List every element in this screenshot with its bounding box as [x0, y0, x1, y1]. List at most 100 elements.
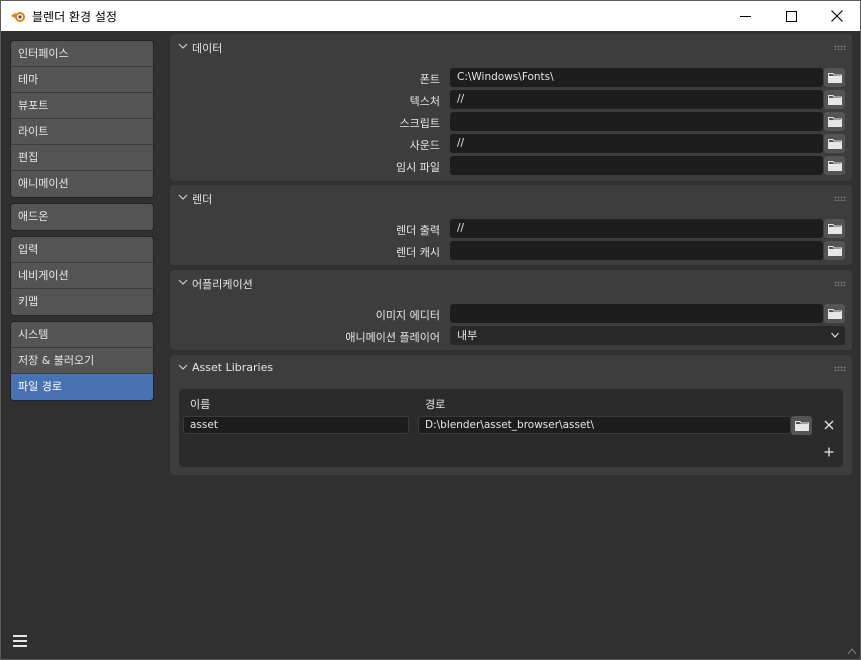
close-icon [831, 10, 843, 22]
textures-path-field[interactable]: // [450, 90, 823, 109]
animation-player-select[interactable]: 내부 [450, 326, 845, 345]
render-output-path-field[interactable]: // [450, 219, 823, 238]
library-path-field[interactable]: D:\blender\asset_browser\asset\ [418, 416, 791, 434]
panel-title: 어플리케이션 [192, 278, 253, 291]
browse-folder-button[interactable] [824, 219, 845, 238]
sidebar-item-viewport[interactable]: 뷰포트 [11, 93, 153, 119]
browse-folder-button[interactable] [824, 112, 845, 131]
chevron-down-icon [178, 194, 188, 200]
browse-folder-button[interactable] [791, 416, 812, 435]
sidebar-item-animation[interactable]: 애니메이션 [11, 171, 153, 197]
sidebar-item-system[interactable]: 시스템 [11, 322, 153, 348]
render-cache-path-field[interactable] [450, 241, 823, 260]
drag-grip-icon[interactable] [834, 196, 846, 201]
sidebar-item-lights[interactable]: 라이트 [11, 119, 153, 145]
name-column-header: 이름 [190, 398, 211, 411]
sidebar: 인터페이스 테마 뷰포트 라이트 편집 애니메이션 애드온 입력 네비게이션 키… [1, 31, 163, 659]
panel-render-header[interactable]: 렌더 [170, 185, 852, 211]
hamburger-menu-icon[interactable] [12, 634, 28, 648]
resize-corner-icon[interactable] [847, 646, 857, 656]
minimize-icon [739, 15, 751, 17]
chevron-down-icon [178, 43, 188, 49]
path-row-textures: 텍스처 // [170, 90, 852, 110]
browse-folder-button[interactable] [824, 90, 845, 109]
folder-icon [794, 421, 809, 431]
sidebar-item-file-paths[interactable]: 파일 경로 [11, 374, 153, 400]
drag-grip-icon[interactable] [834, 45, 846, 50]
sounds-path-field[interactable]: // [450, 134, 823, 153]
panel-title: Asset Libraries [192, 361, 274, 374]
sidebar-item-navigation[interactable]: 네비게이션 [11, 263, 153, 289]
animation-player-row: 애니메이션 플레이어 내부 [170, 326, 852, 346]
path-column-header: 경로 [425, 398, 446, 411]
field-label: 폰트 [419, 73, 440, 86]
panel-title: 데이터 [192, 42, 223, 55]
image-editor-path-field[interactable] [450, 304, 823, 323]
field-label: 스크립트 [399, 117, 440, 130]
panel-data: 데이터 폰트 C:\Windows\Fonts\ 텍스처 // 스크립트 사운드… [170, 34, 852, 181]
field-label: 렌더 캐시 [396, 246, 440, 259]
field-label: 텍스처 [409, 95, 440, 108]
maximize-icon [785, 10, 797, 22]
sidebar-item-input[interactable]: 입력 [11, 237, 153, 263]
title-bar[interactable]: 블렌더 환경 설정 [1, 1, 860, 31]
add-plus-icon[interactable] [824, 447, 834, 457]
blender-logo-icon [11, 12, 25, 22]
main-area: 데이터 폰트 C:\Windows\Fonts\ 텍스처 // 스크립트 사운드… [163, 31, 860, 659]
folder-icon [827, 246, 842, 256]
fonts-path-field[interactable]: C:\Windows\Fonts\ [450, 68, 823, 87]
sidebar-item-keymap[interactable]: 키맵 [11, 289, 153, 315]
browse-folder-button[interactable] [824, 68, 845, 87]
folder-icon [827, 309, 842, 319]
folder-icon [827, 161, 842, 171]
path-row-temp: 임시 파일 [170, 156, 852, 176]
folder-icon [827, 73, 842, 83]
field-label: 애니메이션 플레이어 [345, 331, 440, 344]
panel-applications-header[interactable]: 어플리케이션 [170, 270, 852, 296]
chevron-down-icon [178, 364, 188, 370]
close-button[interactable] [814, 1, 860, 31]
folder-icon [827, 95, 842, 105]
window-title: 블렌더 환경 설정 [32, 10, 117, 24]
panel-asset-libraries-header[interactable]: Asset Libraries [170, 355, 852, 381]
temp-path-field[interactable] [450, 156, 823, 175]
drag-grip-icon[interactable] [834, 366, 846, 371]
sidebar-item-interface[interactable]: 인터페이스 [11, 41, 153, 67]
select-value: 내부 [457, 329, 478, 342]
panel-applications: 어플리케이션 이미지 에디터 애니메이션 플레이어 내부 [170, 270, 852, 350]
sidebar-group-addons: 애드온 [10, 203, 154, 231]
path-row-fonts: 폰트 C:\Windows\Fonts\ [170, 68, 852, 88]
sidebar-item-theme[interactable]: 테마 [11, 67, 153, 93]
field-label: 이미지 에디터 [375, 309, 440, 322]
path-row-render-cache: 렌더 캐시 [170, 241, 852, 261]
browse-folder-button[interactable] [824, 134, 845, 153]
preferences-window: 블렌더 환경 설정 인터페이스 테마 뷰포트 라이트 편집 애니메이션 애드온 … [0, 0, 861, 660]
browse-file-button[interactable] [824, 304, 845, 323]
path-row-render-output: 렌더 출력 // [170, 219, 852, 239]
browse-folder-button[interactable] [824, 241, 845, 260]
sidebar-item-editing[interactable]: 편집 [11, 145, 153, 171]
minimize-button[interactable] [722, 1, 768, 31]
folder-icon [827, 117, 842, 127]
field-label: 임시 파일 [396, 161, 440, 174]
chevron-down-icon [178, 279, 188, 285]
sidebar-item-addons[interactable]: 애드온 [11, 204, 153, 230]
path-row-image-editor: 이미지 에디터 [170, 304, 852, 324]
remove-x-icon[interactable] [824, 420, 834, 430]
field-label: 사운드 [409, 139, 440, 152]
folder-icon [827, 224, 842, 234]
panel-data-header[interactable]: 데이터 [170, 34, 852, 60]
folder-icon [827, 139, 842, 149]
sidebar-group-interface: 인터페이스 테마 뷰포트 라이트 편집 애니메이션 [10, 40, 154, 198]
scripts-path-field[interactable] [450, 112, 823, 131]
drag-grip-icon[interactable] [834, 281, 846, 286]
panel-asset-libraries: Asset Libraries 이름 경로 asset D:\blender\a… [170, 355, 852, 475]
sidebar-group-system: 시스템 저장 & 불러오기 파일 경로 [10, 321, 154, 401]
chevron-down-icon [831, 332, 839, 338]
maximize-button[interactable] [768, 1, 814, 31]
browse-folder-button[interactable] [824, 156, 845, 175]
sidebar-group-input: 입력 네비게이션 키맵 [10, 236, 154, 316]
field-label: 렌더 출력 [396, 224, 440, 237]
sidebar-item-save-load[interactable]: 저장 & 불러오기 [11, 348, 153, 374]
library-name-field[interactable]: asset [183, 416, 409, 434]
